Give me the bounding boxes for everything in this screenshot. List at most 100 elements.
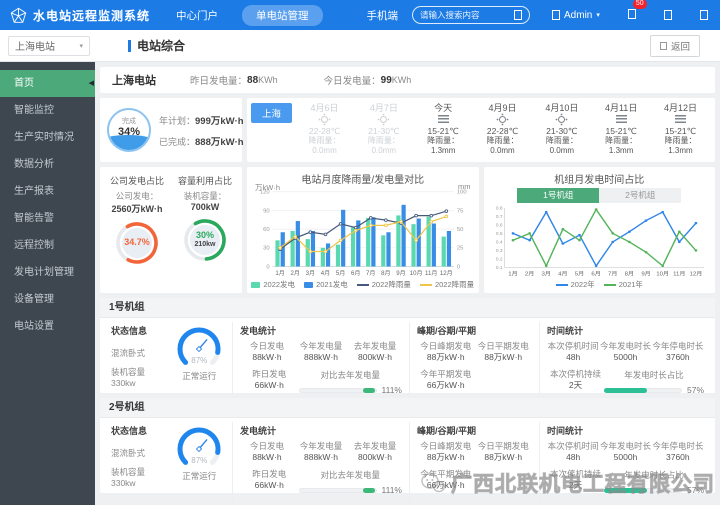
right-axis-unit: mm [458,182,471,191]
collapse-arrow-icon[interactable]: ◀ [89,70,94,97]
page-title: 电站综合 [137,37,185,54]
tab-unit-1[interactable]: 1号机组 [517,188,599,203]
unit-status-gauge: 87% [168,424,230,472]
app-logo-icon [10,7,27,24]
sidebar-item-realtime[interactable]: 生产实时情况 [0,124,95,151]
plan-gauge-caption: 完成 [109,116,149,126]
search-box[interactable] [412,6,530,24]
svg-text:9月: 9月 [641,271,650,278]
svg-text:0.6: 0.6 [495,223,502,228]
main-content: 上海电站 昨日发电量： 88 KWh 今日发电量： 99 KWh 完成 34% [95,62,720,505]
sidebar-item-device[interactable]: 设备管理 [0,286,95,313]
sidebar-item-settings[interactable]: 电站设置 [0,313,95,340]
weather-day: 4月9日 22-28℃ 降雨量： 0.0mm [474,103,531,160]
tab-unit-2[interactable]: 2号机组 [599,188,681,203]
unit-period-col: 峰期/谷期/平期 今日峰期发电88万kW·h 今日平期发电88万kW·h 今年平… [409,322,539,403]
station-name: 上海电站 [112,72,156,88]
title-accent-bar [128,40,131,52]
sidebar-item-label: 数据分析 [14,159,54,170]
year-plan-card: 完成 34% 年计划：999万kW·h 已完成：888万kW·h [100,98,242,162]
search-input[interactable] [420,10,514,20]
stat: 去年发电量800kW·h [348,441,402,463]
capacity-ratio: 容量利用占比 装机容量： 700kW 30% 210kw [171,174,239,289]
svg-text:5月: 5月 [336,270,345,277]
sidebar-item-plan[interactable]: 发电计划管理 [0,259,95,286]
stat: 今年发电时长5000h [599,341,651,363]
sidebar-item-label: 智能告警 [14,213,54,224]
station-select[interactable]: 上海电站 ▾ [8,36,90,56]
nav-center-portal[interactable]: 中心门户 [176,8,218,23]
compare-progress: 对比去年发电量 111% [299,369,402,395]
ratio-card: 公司发电占比 公司发电： 2560万kW·h 34.7% 容量利用占比 装机容量… [100,167,242,293]
svg-text:7月: 7月 [366,270,375,277]
today-value: 99 [381,75,392,86]
sidebar-item-label: 发电计划管理 [14,267,74,278]
logout-icon[interactable] [700,10,708,20]
sidebar-item-alarm[interactable]: 智能告警 [0,205,95,232]
station-summary-card: 上海电站 昨日发电量： 88 KWh 今日发电量： 99 KWh [100,67,715,93]
stat: 本次停机持续2天 [547,469,604,495]
svg-text:12月: 12月 [689,271,702,278]
sidebar-item-analysis[interactable]: 数据分析 [0,151,95,178]
unit-generation-col: 发电统计 今日发电88kW·h 今年发电量888kW·h 去年发电量800kW·… [232,322,409,403]
svg-text:0.1: 0.1 [495,265,502,270]
stat: 本次停机时间48h [547,441,599,463]
svg-text:4月: 4月 [558,271,567,278]
chart-legend[interactable]: 2022年2021年 [489,278,711,291]
stat: 今日平期发电88万kW·h [475,441,533,463]
sidebar-item-remote-control[interactable]: 远程控制 [0,232,95,259]
svg-text:30: 30 [263,246,270,252]
unit-1-card: 1号机组 状态信息 混流卧式 装机容量330kw 87% 正常运行 [100,298,715,393]
station-select-value: 上海电站 [15,38,55,53]
yesterday-label: 昨日发电量： [190,73,247,87]
unit-time-col: 时间统计 本次停机时间48h 今年发电时长5000h 今年停电时长3760h 本… [539,422,711,503]
unit-time-chart: 0.10.20.30.40.50.60.70.81月2月3月4月5月6月7月8月… [489,204,711,278]
svg-text:75: 75 [457,208,464,214]
chevron-down-icon: ▾ [596,11,600,19]
search-icon[interactable] [514,10,522,20]
notification-badge: 50 [633,0,647,9]
weather-day: 4月6日 22-28℃ 降雨量： 0.0mm [296,103,353,160]
weather-day: 4月11日 15-21℃ 降雨量： 1.3mm [593,103,650,160]
svg-text:6月: 6月 [591,271,600,278]
back-button[interactable]: 返回 [650,35,700,57]
sidebar-item-home[interactable]: 首页 ◀ [0,70,95,97]
unit-2-card: 2号机组 状态信息 混流卧式 装机容量330kw 87% 正常运行 [100,398,715,493]
svg-text:0: 0 [457,264,460,270]
stat: 今年发电时长5000h [599,441,651,463]
sidebar-item-monitor[interactable]: 智能监控 [0,97,95,124]
chart-legend[interactable]: 2022发电2021发电2022降雨量2022降雨量 [252,278,474,291]
stat: 今年平期发电66万kW·h [417,369,475,391]
sidebar-item-label: 首页 [14,78,34,89]
sidebar-item-label: 远程控制 [14,240,54,251]
stat: 今日峰期发电88万kW·h [417,341,475,363]
svg-text:3月: 3月 [541,271,550,278]
stat: 今日峰期发电88万kW·h [417,441,475,463]
svg-text:11月: 11月 [425,270,437,277]
user-menu[interactable]: Admin ▾ [552,10,600,21]
sidebar-item-report[interactable]: 生产报表 [0,178,95,205]
city-button[interactable]: 上海 [251,103,292,123]
notification-button[interactable]: 50 [628,6,636,24]
weather-days: 4月6日 22-28℃ 降雨量： 0.0mm 4月7日 21-30℃ 降雨量： … [296,103,709,160]
svg-text:6月: 6月 [351,270,360,277]
app-title: 水电站远程监测系统 [33,7,150,24]
sub-header: 上海电站 ▾ 电站综合 返回 [0,30,720,62]
compare-progress: 对比去年发电量 111% [299,469,402,495]
nav-single-station[interactable]: 单电站管理 [242,5,323,26]
user-icon [552,10,560,20]
svg-text:5月: 5月 [574,271,583,278]
weather-day: 4月12日 15-21℃ 降雨量： 1.3mm [652,103,709,160]
company-ratio: 公司发电占比 公司发电： 2560万kW·h 34.7% [103,174,171,289]
page-title-wrap: 电站综合 [128,37,185,54]
sidebar-item-label: 生产实时情况 [14,132,74,143]
weather-day: 4月10日 21-30℃ 降雨量： 0.0mm [533,103,590,160]
unit-period-col: 峰期/谷期/平期 今日峰期发电88万kW·h 今日平期发电88万kW·h 今年平… [409,422,539,503]
fullscreen-icon[interactable] [664,10,672,20]
sidebar: 首页 ◀ 智能监控 生产实时情况 数据分析 生产报表 智能告警 远程控制 发电计… [0,62,95,505]
nav-mobile[interactable]: 手机端 [367,8,399,23]
plan-gauge-percent: 34% [109,126,149,138]
weather-icon [321,116,328,123]
sidebar-item-label: 设备管理 [14,294,54,305]
svg-text:11月: 11月 [673,271,685,278]
